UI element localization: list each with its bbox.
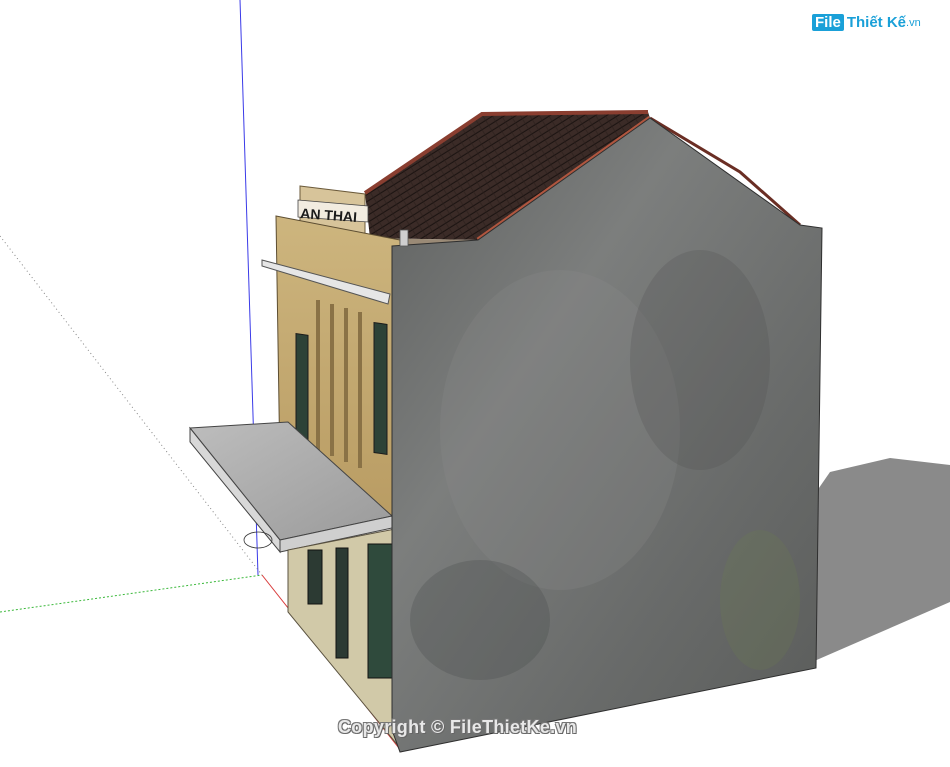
copyright-watermark: Copyright © FileThietKe.vn xyxy=(338,717,578,737)
logo-suffix: .vn xyxy=(906,16,921,29)
door-left xyxy=(307,549,323,605)
door-right xyxy=(367,543,393,679)
window-right xyxy=(373,321,388,455)
ground-shadow xyxy=(812,458,950,662)
logo-badge: File xyxy=(812,14,844,31)
site-logo: File Thiết Kế .vn xyxy=(812,14,921,31)
logo-text: Thiết Kế xyxy=(846,14,907,31)
door-center xyxy=(335,547,349,659)
ground-floor xyxy=(287,527,401,750)
roof-pillar xyxy=(399,229,409,247)
green-axis-dotted xyxy=(0,574,263,613)
model-viewport[interactable]: AN THAI File Thiết Kế .vn Copyright © Fi… xyxy=(0,0,950,767)
scene-canvas[interactable]: AN THAI xyxy=(0,0,950,767)
red-axis-dotted xyxy=(0,235,263,576)
